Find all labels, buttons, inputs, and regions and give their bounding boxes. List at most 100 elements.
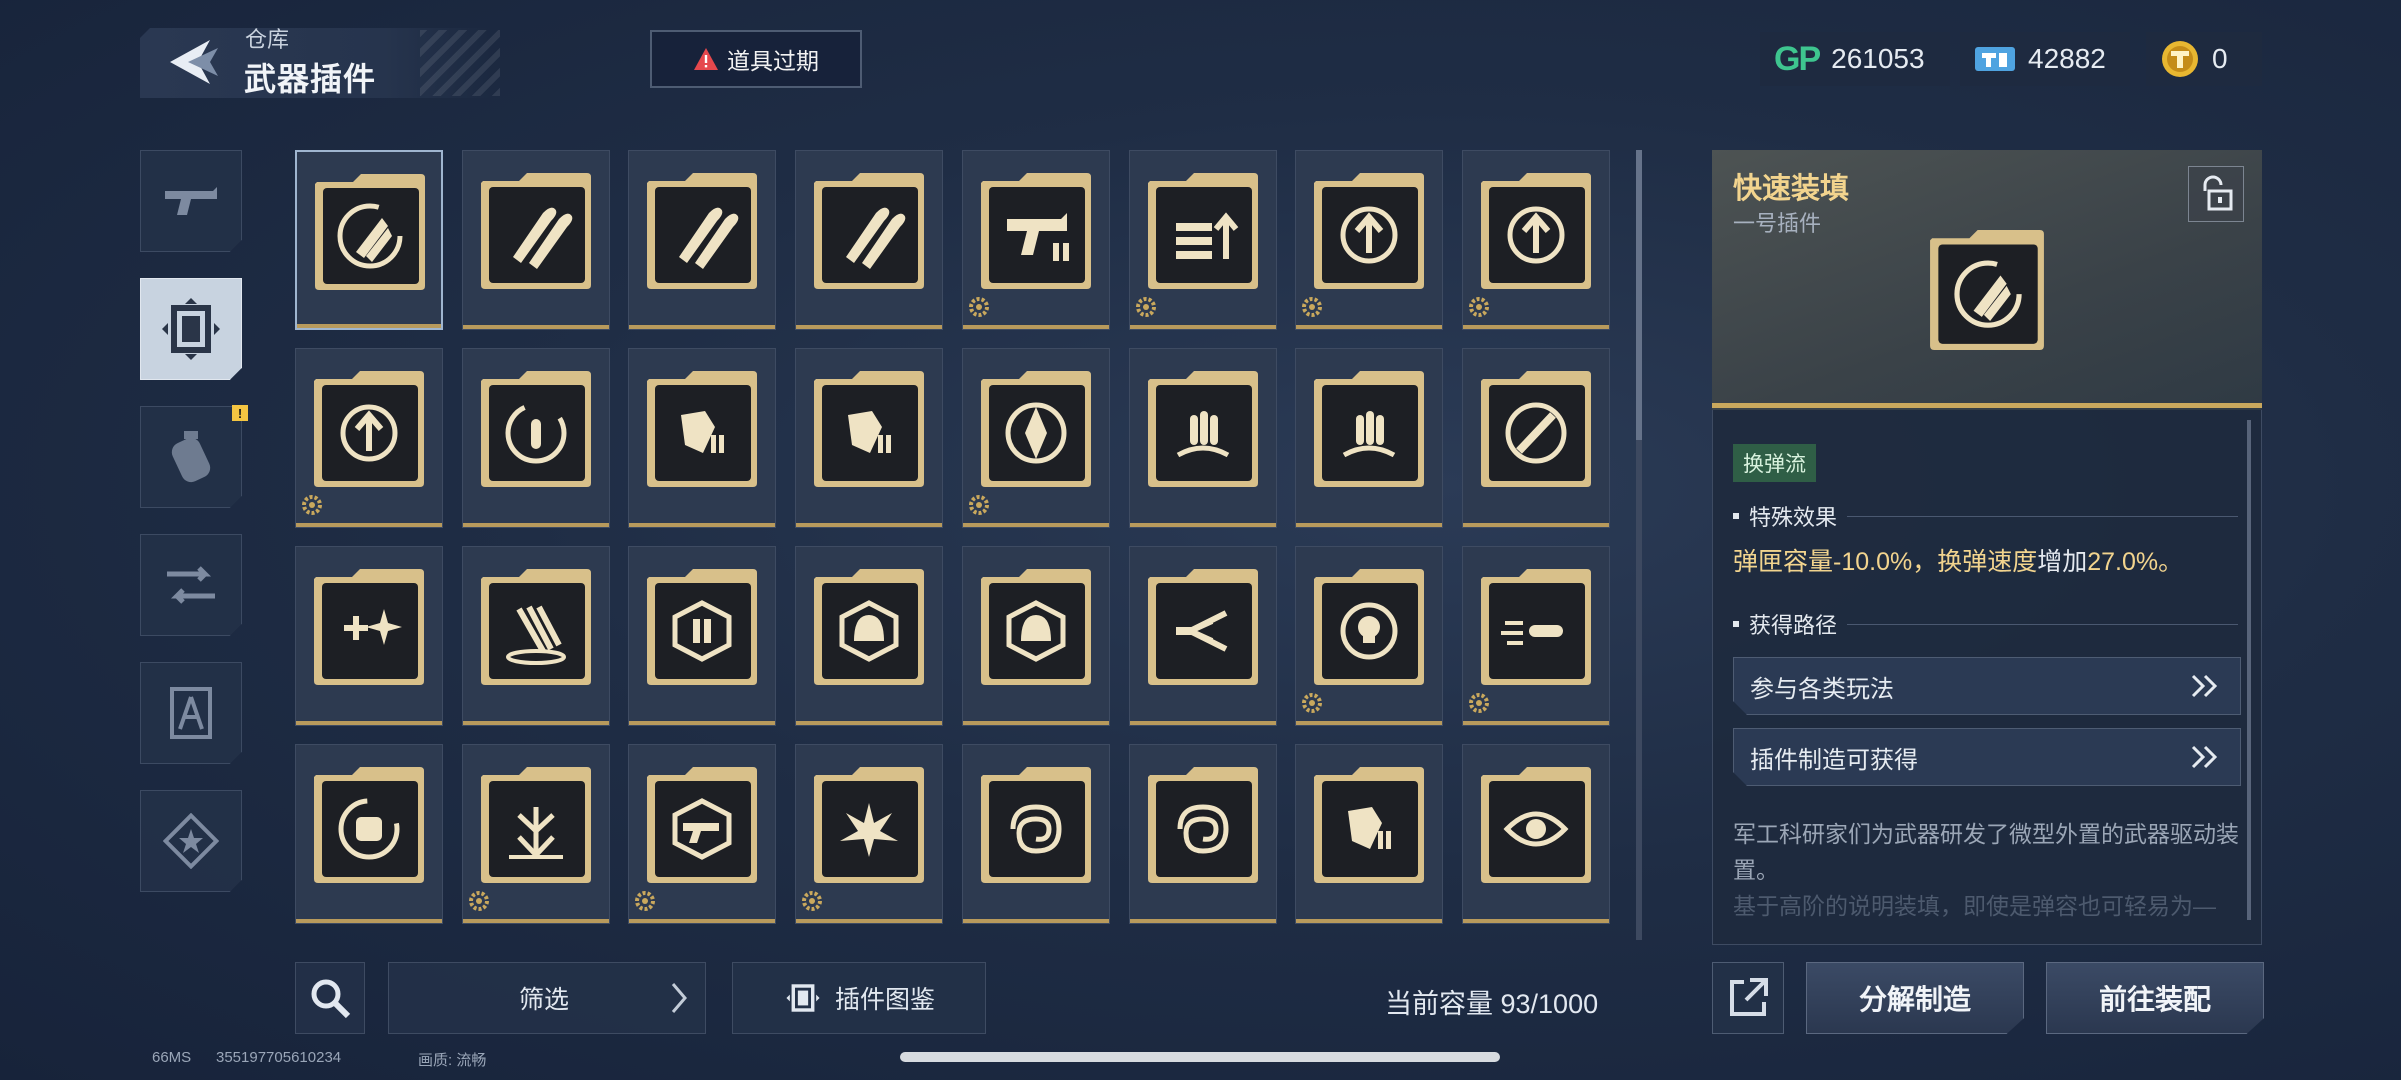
share-button[interactable] [1712,962,1784,1034]
rarity-bar [629,919,775,923]
tab-badges[interactable] [140,790,242,892]
rarity-bar [963,919,1109,923]
route-plugin-crafting[interactable]: 插件制造可获得 [1733,728,2241,786]
grenade-icon [171,431,211,483]
search-icon [311,979,351,1019]
section-rule [1847,515,2238,517]
plugin-slot-item[interactable] [462,546,610,726]
plugin-slot-item[interactable] [295,546,443,726]
route-label: 插件制造可获得 [1750,746,1918,774]
plugin-slot-item[interactable] [962,150,1110,330]
gear-icon [1136,297,1156,317]
gold-token-icon [2162,41,2198,77]
rarity-bar [1463,523,1609,527]
plugin-slot-item[interactable] [1295,744,1443,924]
plugin-slot-item[interactable] [628,744,776,924]
plugin-slot-item[interactable] [1295,150,1443,330]
plugin-slot-item[interactable] [1462,744,1610,924]
plugin-slot-item[interactable] [962,348,1110,528]
bullet-cycle-icon [481,371,591,487]
plugin-slot-item[interactable] [1295,546,1443,726]
plugin-slot: 一号插件 [1733,211,1822,236]
shatter-ammo-icon [814,371,924,487]
dash-arrows-icon [1148,569,1258,685]
plugin-slot-item[interactable] [1129,348,1277,528]
tab-weapon-swap[interactable] [140,534,242,636]
breadcrumb[interactable]: 仓库 [245,22,289,54]
effect-text-verb: 增加 [2037,548,2088,576]
tab-throwables[interactable] [140,406,242,508]
plugin-slot-item[interactable] [628,546,776,726]
double-chevron-right-icon [2190,744,2220,770]
effect-text-main: 弹匣容量-10.0%，换弹速度 [1733,548,2038,576]
plugin-slot-item[interactable] [795,546,943,726]
plugin-slot-item[interactable] [795,744,943,924]
plugin-slot-item[interactable] [795,150,943,330]
plugin-slot-item[interactable] [295,744,443,924]
crosshair-up-icon [1314,173,1424,289]
lock-button[interactable] [2188,166,2244,222]
gear-icon [635,891,655,911]
plugin-slot-item[interactable] [462,744,610,924]
helmet-hex-icon [981,569,1091,685]
catalog-label: 插件图鉴 [834,986,935,1014]
storage-capacity: 当前容量 93/1000 [1385,989,1599,1019]
back-arrow-icon[interactable] [162,34,222,90]
gear-icon [969,495,989,515]
crosshair-up-icon [1481,173,1591,289]
vortex-icon [981,767,1091,883]
search-button[interactable] [295,962,365,1034]
filter-button[interactable]: 筛选 [388,962,706,1034]
plugin-slot-item[interactable] [1129,744,1277,924]
twin-bullets-icon [481,173,591,289]
plugin-slot-item[interactable] [962,546,1110,726]
plugin-slot-item[interactable] [1462,546,1610,726]
plugin-slot-item[interactable] [1129,546,1277,726]
plugin-slot-item[interactable] [295,150,443,330]
item-expired-alert-button[interactable]: 道具过期 [650,30,862,88]
plugin-slot-item[interactable] [628,348,776,528]
go-equip-button[interactable]: 前往装配 [2046,962,2264,1034]
rarity-bar [1130,325,1276,329]
route-participate-modes[interactable]: 参与各类玩法 [1733,657,2241,715]
bullet-icon [1733,513,1739,519]
detail-scrollbar[interactable] [2247,420,2251,920]
plugin-slot-item[interactable] [295,348,443,528]
grid-scroll-thumb[interactable] [1636,150,1642,440]
special-effect-text: 弹匣容量-10.0%，换弹速度增加27.0%。 [1733,542,2183,578]
plugin-slot-item[interactable] [1129,150,1277,330]
shatter-ammo-icon [647,371,757,487]
plugin-slot-item[interactable] [795,348,943,528]
plugin-type-tag: 换弹流 [1733,444,1816,482]
gear-icon [1469,693,1489,713]
latency-readout: 66MS [152,1049,192,1066]
plugin-slot-item[interactable] [462,150,610,330]
star-badge-icon [163,813,219,869]
rarity-bar [296,523,442,527]
home-indicator[interactable] [900,1052,1500,1062]
rarity-bar [796,721,942,725]
disassemble-craft-button[interactable]: 分解制造 [1806,962,2024,1034]
plugin-chip-icon [162,298,220,360]
ammo-up-icon [1148,173,1258,289]
rarity-bar [463,325,609,329]
tab-tools[interactable] [140,662,242,764]
tab-weapon-plugins[interactable] [140,278,242,380]
plugin-slot-item[interactable] [462,348,610,528]
plugin-slot-item[interactable] [1462,150,1610,330]
plugin-slot-item[interactable] [962,744,1110,924]
helmet-hex-icon [814,569,924,685]
gun-icon [165,187,217,215]
gp-currency-icon: GP [1774,39,1821,78]
gear-icon [1302,693,1322,713]
fist-cycle-icon [314,767,424,883]
alert-label: 道具过期 [727,48,819,74]
plugin-slot-item[interactable] [1295,348,1443,528]
double-chevron-right-icon [2190,673,2220,699]
plugin-slot-item[interactable] [1462,348,1610,528]
bullet-icon [1733,621,1739,627]
tab-firearms[interactable] [140,150,242,252]
plugin-slot-item[interactable] [628,150,776,330]
plugin-catalog-button[interactable]: 插件图鉴 [732,962,986,1034]
twin-bullets-icon [647,173,757,289]
